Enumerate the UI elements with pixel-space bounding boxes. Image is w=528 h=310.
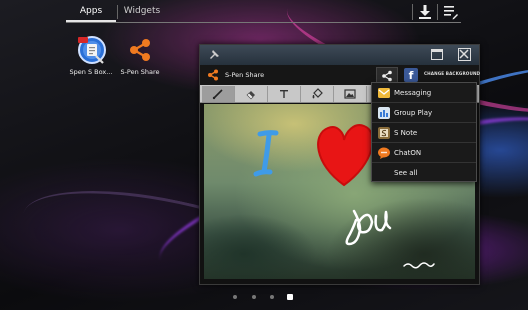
s-note-icon <box>378 127 390 139</box>
pen-tool-button[interactable] <box>202 86 235 102</box>
app-title: S-Pen Share <box>225 71 265 79</box>
page-dot[interactable] <box>233 295 237 299</box>
window-title-bar[interactable] <box>200 45 479 65</box>
change-background-button[interactable]: CHANGE BACKGROUND <box>424 71 480 76</box>
share-menu-see-all[interactable]: See all <box>372 163 476 183</box>
close-button[interactable] <box>458 48 471 61</box>
page-indicator <box>230 293 300 301</box>
share-menu-item-chaton[interactable]: ChatON <box>372 143 476 163</box>
tab-apps[interactable]: Apps <box>66 6 116 16</box>
signature-squiggle <box>403 262 435 269</box>
eraser-tool-button[interactable] <box>235 86 268 102</box>
pin-icon[interactable] <box>209 50 219 60</box>
share-icon <box>123 34 157 66</box>
text-tool-button[interactable] <box>268 86 301 102</box>
share-menu-item-label: ChatON <box>394 149 422 157</box>
tab-bar-divider <box>66 22 461 23</box>
tab-widgets[interactable]: Widgets <box>118 6 166 16</box>
spen-s-box-icon <box>74 34 108 66</box>
see-all-label: See all <box>394 169 418 177</box>
download-button[interactable] <box>416 3 434 21</box>
pen-icon <box>212 89 223 100</box>
facebook-button[interactable]: f <box>404 68 418 82</box>
share-icon <box>208 69 218 81</box>
maximize-button[interactable] <box>431 49 443 60</box>
launcher-top-bar: Apps Widgets <box>0 0 528 26</box>
group-play-icon <box>378 107 390 119</box>
toolbar-divider <box>437 4 438 20</box>
text-icon <box>280 90 288 98</box>
edit-menu-button[interactable] <box>441 3 459 21</box>
download-icon <box>419 5 431 19</box>
share-menu-item-label: S Note <box>394 129 418 137</box>
app-label: S-Pen Share <box>120 68 160 76</box>
share-menu-item-group-play[interactable]: Group Play <box>372 103 476 123</box>
image-icon <box>344 89 356 99</box>
page-dot[interactable] <box>252 295 256 299</box>
toolbar-divider <box>412 4 413 20</box>
handwritten-i <box>253 130 279 177</box>
share-button[interactable] <box>376 67 398 83</box>
image-tool-button[interactable] <box>334 86 367 102</box>
page-dot-current[interactable] <box>287 294 293 300</box>
close-icon <box>459 49 469 59</box>
fill-tool-button[interactable] <box>301 86 334 102</box>
eraser-icon <box>246 91 255 100</box>
fill-icon <box>312 88 323 99</box>
handwritten-you <box>345 209 392 246</box>
app-label: Spen S Box... <box>69 68 113 76</box>
share-icon <box>382 70 392 82</box>
share-menu: Messaging Group Play S Note ChatON See a… <box>371 82 477 182</box>
list-edit-icon <box>444 6 458 20</box>
share-menu-item-s-note[interactable]: S Note <box>372 123 476 143</box>
share-menu-item-label: Group Play <box>394 109 433 117</box>
chaton-icon <box>378 147 390 159</box>
share-menu-item-label: Messaging <box>394 89 432 97</box>
envelope-icon <box>378 88 390 98</box>
app-s-pen-share[interactable]: S-Pen Share <box>112 34 168 76</box>
share-menu-item-messaging[interactable]: Messaging <box>372 83 476 103</box>
page-dot[interactable] <box>270 295 274 299</box>
heart-drawing <box>317 124 374 187</box>
app-spen-s-box[interactable]: Spen S Box... <box>63 34 119 76</box>
